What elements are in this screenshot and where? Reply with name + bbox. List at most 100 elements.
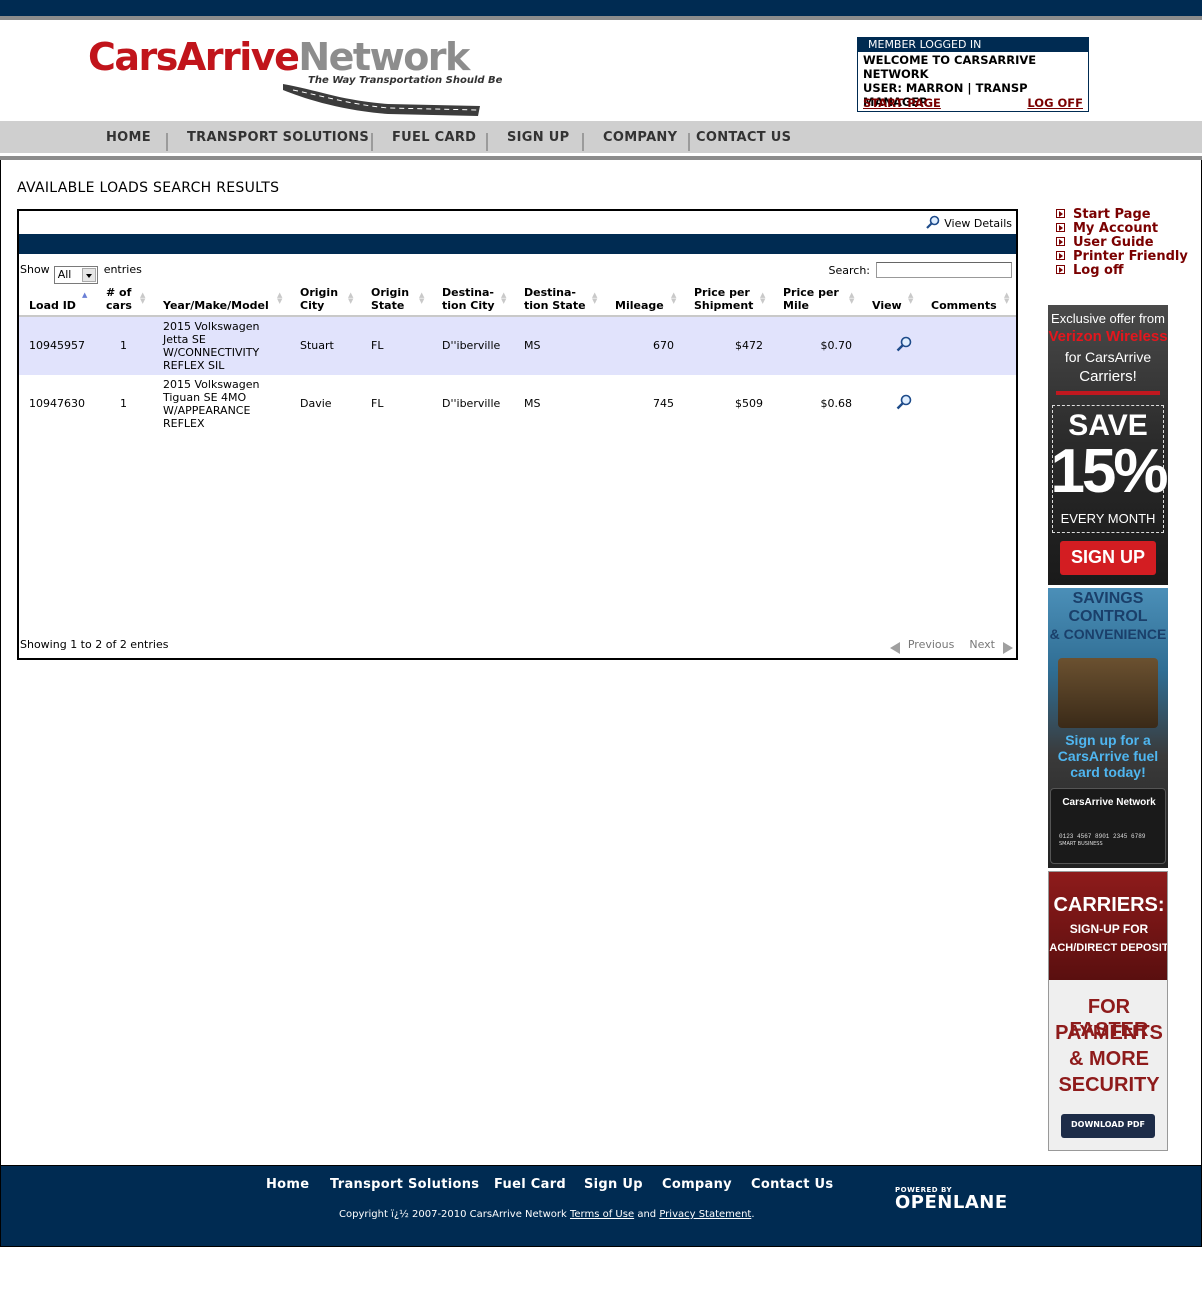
powered-by-openlane-logo[interactable]: POWERED BY OPENLANE	[895, 1186, 1007, 1216]
model-line: 2015 Volkswagen	[163, 320, 260, 333]
model-line: REFLEX	[163, 417, 205, 430]
privacy-link[interactable]: Privacy Statement	[659, 1209, 751, 1220]
ad-text: SIGN UP	[1070, 547, 1145, 567]
col-header-price-mile[interactable]: Price per Mile	[783, 286, 839, 312]
col-header-label: City	[300, 299, 325, 312]
sidebar-link-log-off[interactable]: Log off	[1056, 264, 1188, 278]
entries-label: entries	[103, 263, 142, 276]
ad-text: ACH/DIRECT DEPOSIT	[1049, 942, 1168, 954]
col-header-dest-city[interactable]: Destina-tion City	[442, 286, 495, 312]
footer-link-home[interactable]: Home	[266, 1177, 309, 1192]
nav-fuel-card[interactable]: FUEL CARD	[392, 130, 476, 145]
entries-select[interactable]: All	[53, 266, 98, 284]
footer-link-transport-solutions[interactable]: Transport Solutions	[330, 1177, 479, 1192]
cell-load-id: 10945957	[29, 339, 85, 352]
sidebar-link-printer-friendly[interactable]: Printer Friendly	[1056, 250, 1188, 264]
ad-text: EVERY MONTH	[1060, 511, 1156, 526]
sort-both-icon[interactable]: ▲ ▼	[671, 292, 676, 305]
sort-both-icon[interactable]: ▲ ▼	[760, 292, 765, 305]
log-off-link[interactable]: LOG OFF	[1027, 96, 1083, 110]
nav-home[interactable]: HOME	[106, 130, 151, 145]
cell-origin-city: Davie	[300, 397, 332, 410]
start-page-link[interactable]: START PAGE	[863, 96, 941, 110]
sort-both-icon[interactable]: ▲ ▼	[277, 292, 282, 305]
card-holder: SMART BUSINESS	[1059, 841, 1103, 847]
col-header-load-id[interactable]: Load ID	[29, 299, 76, 312]
top-bar	[0, 0, 1202, 16]
copyright-period: .	[751, 1209, 755, 1220]
col-header-label: Destina-	[524, 286, 576, 299]
col-header-label: Destina-	[442, 286, 494, 299]
col-header-label: Shipment	[694, 299, 754, 312]
footer-link-company[interactable]: Company	[662, 1177, 732, 1192]
col-header-comments[interactable]: Comments	[931, 299, 997, 312]
chevron-down-icon[interactable]	[81, 268, 96, 282]
sort-both-icon[interactable]: ▲ ▼	[348, 292, 353, 305]
arrow-bullet-icon	[1056, 223, 1065, 232]
sort-both-icon[interactable]: ▲ ▼	[1004, 292, 1009, 305]
col-header-year-make-model[interactable]: Year/Make/Model	[163, 299, 269, 312]
col-header-label: Mileage	[615, 299, 664, 312]
col-header-origin-city[interactable]: Origin City	[300, 286, 338, 312]
col-header-label: tion State	[524, 299, 586, 312]
terms-link[interactable]: Terms of Use	[570, 1209, 634, 1220]
ad-text: Sign up for a	[1065, 732, 1151, 748]
footer-link-fuel-card[interactable]: Fuel Card	[494, 1177, 566, 1192]
sidebar-link-user-guide[interactable]: User Guide	[1056, 236, 1188, 250]
nav-separator	[486, 133, 488, 151]
col-header-price-shipment[interactable]: Price per Shipment	[694, 286, 753, 312]
magnifier-icon[interactable]	[896, 394, 912, 414]
ach-ad-banner[interactable]: CARRIERS: SIGN-UP FOR ACH/DIRECT DEPOSIT…	[1048, 871, 1168, 1151]
col-header-dest-state[interactable]: Destina-tion State	[524, 286, 586, 312]
sort-both-icon[interactable]: ▲ ▼	[908, 292, 913, 305]
sort-both-icon[interactable]: ▲ ▼	[849, 292, 854, 305]
col-header-mileage[interactable]: Mileage	[615, 299, 664, 312]
model-line: Tiguan SE 4MO	[163, 391, 247, 404]
nav-contact-us[interactable]: CONTACT US	[696, 130, 791, 145]
fuel-card-ad-banner[interactable]: SAVINGS CONTROL & CONVENIENCE Sign up fo…	[1048, 588, 1168, 868]
sort-both-icon[interactable]: ▲ ▼	[501, 292, 506, 305]
nav-sign-up[interactable]: SIGN UP	[507, 130, 569, 145]
next-arrow-icon[interactable]	[1003, 642, 1013, 654]
site-logo[interactable]: CarsArriveNetwork The Way Transportation…	[88, 36, 502, 118]
nav-separator	[688, 133, 690, 151]
main-nav: HOME TRANSPORT SOLUTIONS FUEL CARD SIGN …	[0, 121, 1202, 153]
card-number: 0123 4567 8901 2345 6789	[1059, 833, 1146, 840]
ad-text: CONTROL	[1068, 608, 1148, 625]
footer-link-sign-up[interactable]: Sign Up	[584, 1177, 643, 1192]
ad-text: SIGN-UP FOR	[1069, 922, 1149, 936]
ad-text: for CarsArrive	[1064, 349, 1152, 365]
next-button[interactable]: Next	[969, 638, 995, 651]
col-header-label: State	[371, 299, 405, 312]
magnifier-icon[interactable]	[896, 336, 912, 356]
model-line: W/CONNECTIVITY	[163, 346, 260, 359]
sort-both-icon[interactable]: ▲ ▼	[419, 292, 424, 305]
col-header-cars[interactable]: # of cars	[106, 286, 132, 312]
fuel-card-image: CarsArrive Network 0123 4567 8901 2345 6…	[1050, 788, 1166, 864]
verizon-ad-banner[interactable]: Exclusive offer from Verizon Wireless fo…	[1048, 305, 1168, 585]
copyright: Copyright ï¿½ 2007-2010 CarsArrive Netwo…	[339, 1209, 755, 1220]
download-pdf-button[interactable]: DOWNLOAD PDF	[1061, 1114, 1155, 1138]
sort-asc-icon[interactable]: ▲	[82, 292, 87, 299]
arrow-bullet-icon	[1056, 209, 1065, 218]
previous-arrow-icon[interactable]	[889, 642, 900, 654]
col-header-view[interactable]: View	[872, 299, 902, 312]
previous-button[interactable]: Previous	[908, 638, 955, 651]
cell-cars: 1	[120, 397, 127, 410]
sidebar-link-my-account[interactable]: My Account	[1056, 222, 1188, 236]
col-header-label: tion City	[442, 299, 495, 312]
table-row[interactable]: 10947630 1 2015 Volkswagen Tiguan SE 4MO…	[19, 375, 1016, 433]
search-input[interactable]	[876, 262, 1012, 278]
sidebar-link-label: My Account	[1073, 221, 1159, 236]
sort-both-icon[interactable]: ▲ ▼	[140, 292, 145, 305]
nav-separator	[166, 133, 168, 151]
table-row[interactable]: 10945957 1 2015 Volkswagen Jetta SE W/CO…	[19, 317, 1016, 375]
col-header-origin-state[interactable]: Origin State	[371, 286, 409, 312]
sidebar-link-start-page[interactable]: Start Page	[1056, 208, 1188, 222]
view-details-legend: View Details	[926, 215, 1012, 232]
footer-link-contact-us[interactable]: Contact Us	[751, 1177, 833, 1192]
nav-company[interactable]: COMPANY	[603, 130, 677, 145]
nav-transport-solutions[interactable]: TRANSPORT SOLUTIONS	[187, 130, 369, 145]
sidebar-link-label: Start Page	[1073, 207, 1151, 222]
sort-both-icon[interactable]: ▲ ▼	[592, 292, 597, 305]
